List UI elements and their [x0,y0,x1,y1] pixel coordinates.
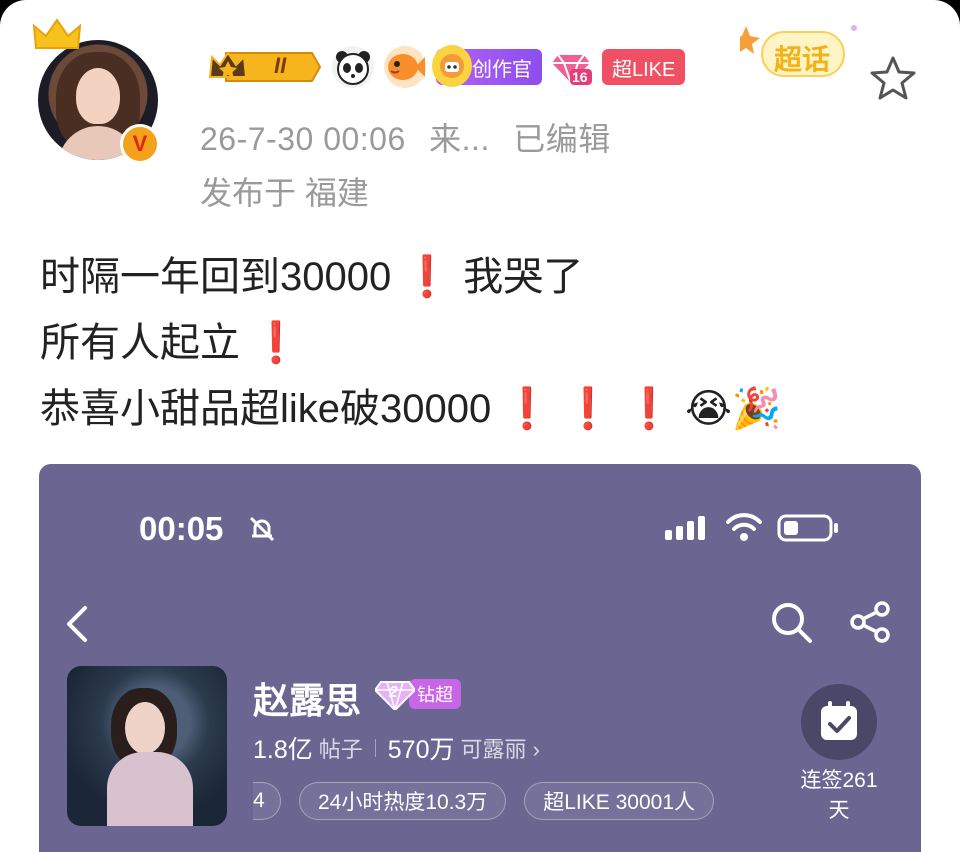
creator-badge[interactable]: 创作官 [432,45,542,87]
member-level-text: II [274,53,287,78]
post-timestamp: 26-7-30 00:06 [200,121,406,157]
super-topic-sticker[interactable]: 超话 [732,20,860,90]
post-edited-label[interactable]: 已编辑 [513,121,611,157]
badge-row: II 创作官 16 超LIKE [208,45,686,88]
post-body: 时隔一年回到30000 ❗ 我哭了 所有人起立 ❗ 恭喜小甜品超like破300… [40,244,782,442]
fans-label[interactable]: 可露丽 › [461,732,540,764]
attached-screenshot[interactable]: 00:05 赵露思 2 钻超 1.8亿 帖子 570万 可露丽 › 4 24小时… [39,464,921,852]
chip-24h-heat[interactable]: 24小时热度10.3万 [299,782,507,820]
stats-divider [374,739,376,757]
checkin-button[interactable] [801,684,877,760]
post-line-3: 恭喜小甜品超like破30000 ❗ ❗ ❗ 😭🎉 [40,387,782,431]
creator-icon [432,45,472,87]
favorite-star-icon[interactable] [868,54,918,104]
fans-count: 570万 [387,736,455,764]
super-topic-label: 超话 [774,44,831,75]
super-like-badge[interactable]: 超LIKE [602,49,686,85]
share-icon[interactable] [849,600,893,644]
post-location: 发布于 福建 [200,175,369,211]
diamond-level-badge[interactable]: 2 钻超 [373,678,461,713]
status-time: 00:05 [139,510,224,547]
battery-icon [777,514,838,542]
post-line-2: 所有人起立 ❗ [40,321,301,365]
exclamation-icon: ❗ [402,255,453,299]
diamond-tag: 钻超 [409,679,461,709]
topic-name: 赵露思 [253,680,362,721]
verified-badge: V [120,124,160,164]
signal-icon [665,516,705,540]
post-line-1: 时隔一年回到30000 ❗ 我哭了 [40,255,584,299]
posts-count: 1.8亿 [253,736,313,764]
panda-icon[interactable] [332,46,374,88]
diamond-level-text: 2 [389,684,398,701]
search-icon[interactable] [769,600,813,644]
posts-label: 帖子 [318,737,363,762]
post-source[interactable]: 来... [429,121,490,157]
member-level-badge[interactable]: II [208,47,322,87]
wifi-icon [726,513,762,541]
topic-chips: 4 24小时热度10.3万 超LIKE 30001人 [253,782,714,820]
cry-party-emoji: 😭🎉 [674,387,782,431]
exclamation-icon: ❗ [251,321,301,365]
gem-level-badge[interactable]: 16 [552,47,592,87]
weibo-post-card: V II 创作官 16 超LIKE 超话 26-7-30 00:06 来... … [0,0,960,852]
diamond-icon: 2 [373,678,417,713]
topic-stats: 1.8亿 帖子 570万 可露丽 › [253,730,540,766]
creator-badge-label: 创作官 [472,58,532,81]
chip-partial[interactable]: 4 [253,782,281,820]
checkin-streak-label: 连签261 天 [800,769,878,822]
gem-level-text: 16 [572,69,588,85]
mute-bell-icon [249,516,275,542]
calendar-check-icon [821,701,857,740]
exclamation-icon: ❗ ❗ ❗ [502,387,675,431]
chip-super-like[interactable]: 超LIKE 30001人 [524,782,714,820]
topic-cover-image[interactable] [67,666,227,826]
fish-icon[interactable] [384,46,426,88]
post-meta: 26-7-30 00:06 来... 已编辑 [200,114,611,160]
crown-icon [32,18,82,49]
back-arrow-icon[interactable] [61,604,91,644]
